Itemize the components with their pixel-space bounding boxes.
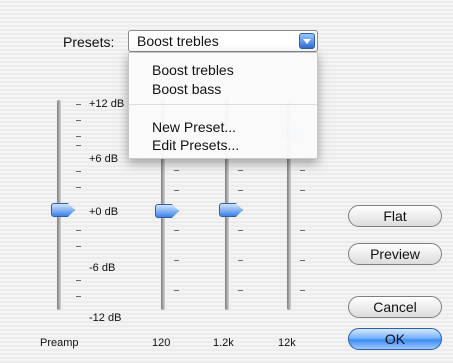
presets-menu: Boost trebles Boost bass New Preset... E… bbox=[128, 52, 318, 159]
scale-tick bbox=[174, 290, 179, 291]
scale-tick bbox=[300, 170, 305, 171]
scale-tick bbox=[76, 187, 81, 188]
scale-label-plus6: +6 dB bbox=[89, 153, 119, 165]
ok-button[interactable]: OK bbox=[348, 328, 442, 350]
scale-label-minus6: -6 dB bbox=[89, 262, 116, 274]
scale-tick bbox=[76, 120, 81, 121]
scale-tick bbox=[300, 230, 305, 231]
scale-tick bbox=[76, 296, 81, 297]
scale-tick bbox=[238, 260, 243, 261]
band-1-2k-slider-knob[interactable] bbox=[219, 203, 243, 217]
scale-tick bbox=[76, 171, 81, 172]
band-label-preamp: Preamp bbox=[40, 337, 79, 349]
presets-selected-value: Boost trebles bbox=[137, 33, 219, 49]
scale-tick bbox=[238, 190, 243, 191]
scale-label-plus12: +12 dB bbox=[89, 98, 125, 110]
cancel-button[interactable]: Cancel bbox=[348, 296, 442, 318]
scale-tick bbox=[238, 230, 243, 231]
preview-button[interactable]: Preview bbox=[348, 243, 442, 265]
menu-item-edit-presets[interactable]: Edit Presets... bbox=[152, 137, 239, 153]
menu-item-new-preset[interactable]: New Preset... bbox=[152, 119, 236, 135]
menu-separator bbox=[129, 104, 317, 105]
flat-button[interactable]: Flat bbox=[348, 205, 442, 227]
presets-dropdown[interactable]: Boost trebles bbox=[128, 30, 318, 52]
band-label-12k: 12k bbox=[278, 337, 296, 349]
scale-tick bbox=[300, 190, 305, 191]
scale-tick bbox=[300, 260, 305, 261]
scale-tick bbox=[76, 230, 81, 231]
scale-label-0: +0 dB bbox=[89, 206, 119, 218]
scale-tick bbox=[238, 290, 243, 291]
band-label-1-2k: 1.2k bbox=[213, 337, 234, 349]
scale-tick bbox=[238, 170, 243, 171]
menu-item-boost-trebles[interactable]: Boost trebles bbox=[152, 62, 234, 78]
preamp-slider-knob[interactable] bbox=[51, 203, 75, 217]
scale-tick bbox=[76, 280, 81, 281]
scale-tick bbox=[300, 290, 305, 291]
band-label-120: 120 bbox=[152, 337, 171, 349]
presets-label: Presets: bbox=[63, 34, 115, 50]
scale-label-minus12: -12 dB bbox=[89, 312, 122, 324]
scale-tick bbox=[76, 246, 81, 247]
scale-tick bbox=[76, 104, 81, 105]
scale-tick bbox=[174, 260, 179, 261]
scale-tick bbox=[174, 170, 179, 171]
scale-tick bbox=[174, 190, 179, 191]
scale-tick bbox=[174, 230, 179, 231]
band-120-slider-knob[interactable] bbox=[155, 204, 179, 218]
menu-item-boost-bass[interactable]: Boost bass bbox=[152, 81, 221, 97]
scale-tick bbox=[76, 136, 81, 137]
scale-tick bbox=[76, 145, 81, 146]
chevron-down-icon[interactable] bbox=[299, 33, 315, 49]
